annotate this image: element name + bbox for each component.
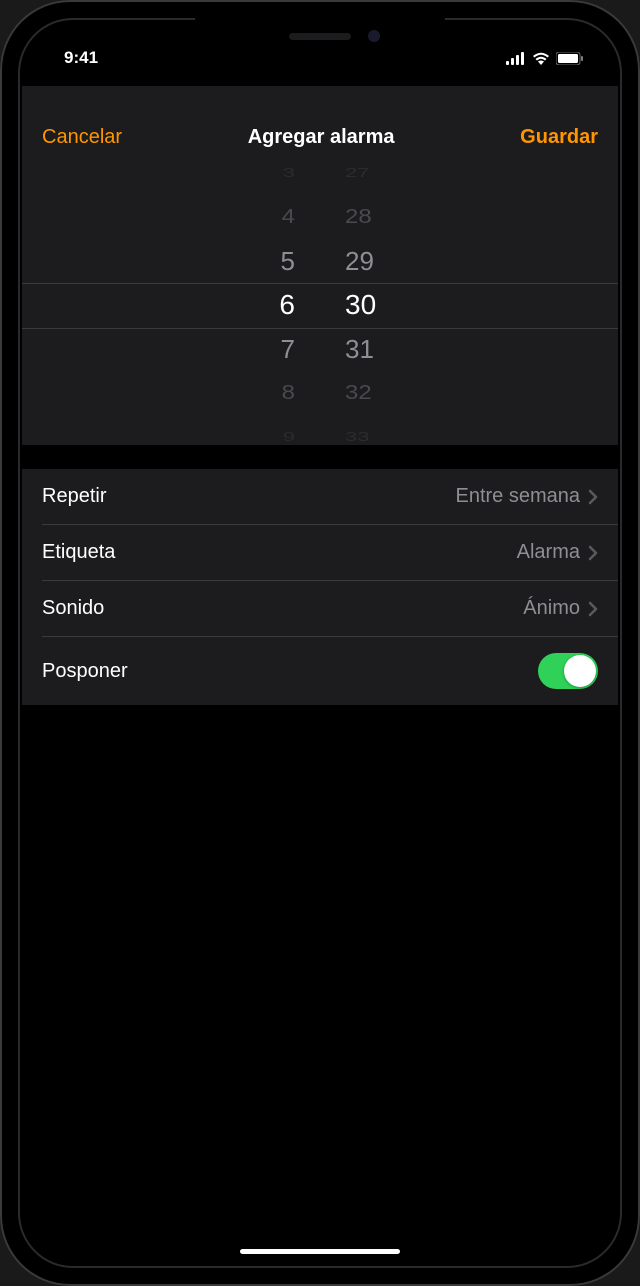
cellular-icon [506, 52, 526, 65]
settings-list: Repetir Entre semana Etiqueta Alarma [22, 469, 618, 705]
sound-value: Ánimo [523, 597, 580, 620]
time-picker[interactable]: 3 4 5 6 7 8 9 27 28 29 30 31 32 [22, 165, 618, 445]
snooze-label: Posponer [42, 660, 128, 683]
status-time: 9:41 [64, 48, 98, 68]
phone-frame: 9:41 [0, 0, 640, 1286]
picker-minute-selected[interactable]: 30 [345, 283, 385, 327]
page-title: Agregar alarma [248, 126, 395, 149]
phone-inner: 9:41 [18, 18, 622, 1268]
picker-minute-item[interactable]: 33 [345, 424, 385, 445]
snooze-row: Posponer [22, 637, 618, 705]
screen: 9:41 [22, 22, 618, 1264]
status-icons [506, 52, 584, 65]
label-row[interactable]: Etiqueta Alarma [22, 525, 618, 580]
sound-label: Sonido [42, 597, 104, 620]
minute-picker[interactable]: 27 28 29 30 31 32 33 [345, 165, 385, 445]
picker-hour-selected[interactable]: 6 [255, 283, 295, 327]
save-button[interactable]: Guardar [520, 126, 598, 149]
sound-value-wrap: Ánimo [523, 597, 598, 620]
repeat-value-wrap: Entre semana [455, 485, 598, 508]
picker-hour-item[interactable]: 7 [255, 327, 295, 371]
chevron-right-icon [588, 545, 598, 561]
label-value: Alarma [517, 541, 580, 564]
toggle-knob [564, 655, 596, 687]
hour-picker[interactable]: 3 4 5 6 7 8 9 [255, 165, 295, 445]
chevron-right-icon [588, 601, 598, 617]
cancel-button[interactable]: Cancelar [42, 126, 122, 149]
label-label: Etiqueta [42, 541, 115, 564]
battery-icon [556, 52, 584, 65]
sound-row[interactable]: Sonido Ánimo [22, 581, 618, 636]
repeat-value: Entre semana [455, 485, 580, 508]
speaker-grille [289, 33, 351, 40]
picker-minute-item[interactable]: 27 [345, 165, 385, 186]
navigation-bar: Cancelar Agregar alarma Guardar [22, 86, 618, 165]
picker-hour-item[interactable]: 3 [255, 165, 295, 186]
picker-columns: 3 4 5 6 7 8 9 27 28 29 30 31 32 [255, 165, 385, 445]
front-camera [368, 30, 380, 42]
snooze-toggle[interactable] [538, 653, 598, 689]
picker-minute-item[interactable]: 32 [345, 374, 385, 411]
chevron-right-icon [588, 489, 598, 505]
picker-hour-item[interactable]: 4 [255, 198, 295, 235]
picker-hour-item[interactable]: 5 [255, 239, 295, 283]
home-indicator[interactable] [240, 1249, 400, 1254]
picker-hour-item[interactable]: 8 [255, 374, 295, 411]
repeat-row[interactable]: Repetir Entre semana [22, 469, 618, 524]
wifi-icon [532, 52, 550, 65]
picker-hour-item[interactable]: 9 [255, 424, 295, 445]
picker-minute-item[interactable]: 31 [345, 327, 385, 371]
repeat-label: Repetir [42, 485, 106, 508]
notch [195, 18, 445, 54]
label-value-wrap: Alarma [517, 541, 598, 564]
picker-minute-item[interactable]: 29 [345, 239, 385, 283]
picker-minute-item[interactable]: 28 [345, 198, 385, 235]
